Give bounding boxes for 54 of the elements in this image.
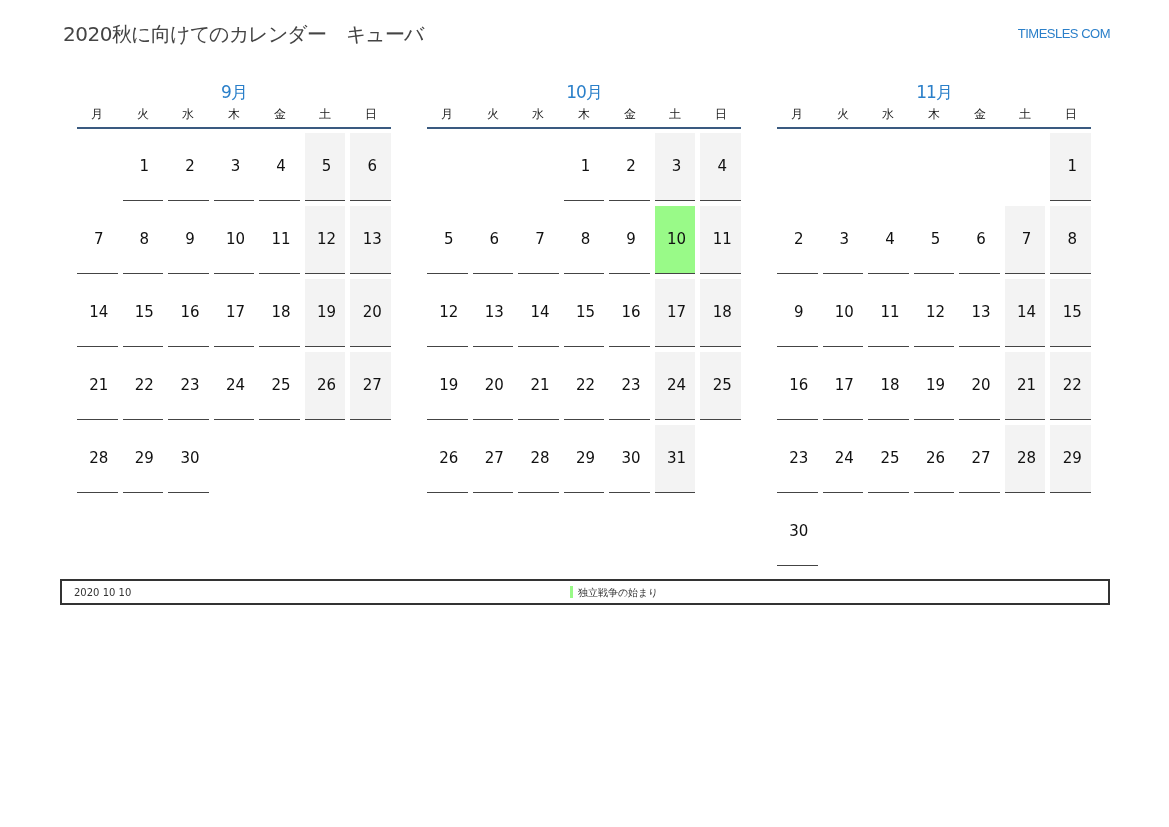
day-cell[interactable]: 4 xyxy=(700,133,741,201)
weekday-label: 水 xyxy=(881,106,896,123)
weekday-label: 月 xyxy=(90,106,105,123)
weekday-label: 日 xyxy=(363,106,378,123)
weekday-label: 火 xyxy=(485,106,500,123)
day-cell[interactable]: 7 xyxy=(1004,206,1046,274)
day-cell[interactable]: 25 xyxy=(700,352,741,420)
event-date: 2020 10 10 xyxy=(74,585,133,600)
weekday-label: 土 xyxy=(668,106,683,123)
weekday-label: 水 xyxy=(181,106,196,123)
day-cell[interactable]: 8 xyxy=(1050,206,1091,274)
day-cell[interactable]: 26 xyxy=(304,352,346,420)
weekday-label: 金 xyxy=(972,106,987,123)
weekday-label: 土 xyxy=(1018,106,1033,123)
day-cell[interactable]: 27 xyxy=(350,352,391,420)
month-title: 10月 xyxy=(565,81,603,104)
weekday-label: 金 xyxy=(272,106,287,123)
day-cell[interactable]: 11 xyxy=(700,206,741,274)
day-cell[interactable]: 6 xyxy=(350,133,391,201)
month-title: 9月 xyxy=(220,81,248,104)
weekday-label: 火 xyxy=(135,106,150,123)
day-cell[interactable]: 15 xyxy=(1050,279,1091,347)
day-cell[interactable]: 31 xyxy=(654,425,696,493)
weekday-label: 月 xyxy=(440,106,455,123)
day-cell[interactable]: 21 xyxy=(1004,352,1046,420)
day-cell[interactable]: 17 xyxy=(654,279,696,347)
day-cell[interactable]: 10 xyxy=(654,206,696,274)
weekday-label: 土 xyxy=(318,106,333,123)
event-title: 独立戦争の始まり xyxy=(578,585,658,600)
day-cell[interactable]: 12 xyxy=(304,206,346,274)
weekday-label: 日 xyxy=(1063,106,1078,123)
day-cell[interactable]: 20 xyxy=(350,279,391,347)
day-cell[interactable]: 28 xyxy=(1004,425,1046,493)
day-cell[interactable]: 19 xyxy=(304,279,346,347)
day-cell[interactable]: 29 xyxy=(1050,425,1091,493)
weekday-label: 火 xyxy=(835,106,850,123)
day-cell[interactable]: 1 xyxy=(1050,133,1091,201)
weekday-label: 木 xyxy=(577,106,591,123)
day-cell[interactable]: 13 xyxy=(350,206,391,274)
weekday-label: 金 xyxy=(622,106,637,123)
weekday-label: 水 xyxy=(531,106,546,123)
weekday-label: 日 xyxy=(713,106,728,123)
day-cell[interactable]: 22 xyxy=(1050,352,1091,420)
site-link[interactable]: TIMESLES COM xyxy=(1017,24,1110,44)
weekday-label: 木 xyxy=(227,106,241,123)
day-cell[interactable]: 3 xyxy=(654,133,696,201)
page-title: 2020秋に向けてのカレンダー キューバ xyxy=(63,21,424,48)
day-cell[interactable]: 14 xyxy=(1004,279,1046,347)
day-cell[interactable]: 18 xyxy=(700,279,741,347)
weekday-label: 月 xyxy=(790,106,805,123)
day-cell[interactable]: 24 xyxy=(654,352,696,420)
day-cell[interactable]: 5 xyxy=(304,133,346,201)
month-title: 11月 xyxy=(915,81,953,104)
weekday-label: 木 xyxy=(927,106,941,123)
